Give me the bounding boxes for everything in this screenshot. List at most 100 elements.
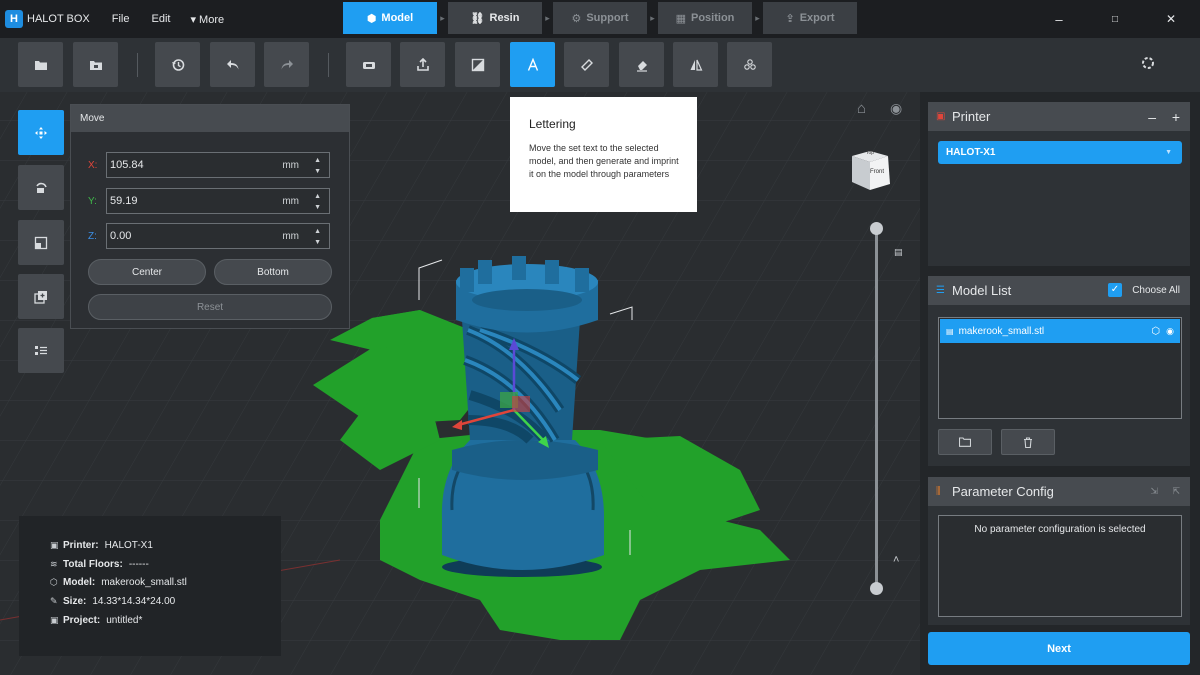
remove-printer-button[interactable]: – [1148, 109, 1156, 125]
support-icon: ⚙ [571, 12, 582, 25]
redo-button[interactable] [264, 42, 309, 87]
eraser-button[interactable] [619, 42, 664, 87]
chevron-down-icon: ▼ [1165, 149, 1172, 156]
open-model-button[interactable] [938, 429, 992, 455]
print-button[interactable] [346, 42, 391, 87]
x-unit: mm [282, 159, 299, 171]
view-cube-top: Top [866, 150, 875, 156]
import-config-icon[interactable]: ⇲ [1150, 486, 1158, 497]
view-cube[interactable]: Top Front [850, 150, 892, 194]
menu-edit[interactable]: Edit [152, 13, 171, 25]
step-model[interactable]: ⬢ Model [343, 2, 437, 34]
move-icon [35, 126, 47, 139]
y-stepper[interactable]: ▲ ▼ [314, 191, 321, 213]
center-button[interactable]: Center [88, 259, 206, 285]
y-field[interactable]: 59.19 mm ▲ ▼ [106, 188, 330, 214]
lettering-icon [527, 57, 538, 71]
printer-select[interactable]: HALOT-X1 ▼ [938, 141, 1182, 164]
info-model-value: makerook_small.stl [101, 577, 187, 589]
tooltip-title: Lettering [529, 117, 576, 131]
settings-button[interactable] [1140, 55, 1156, 74]
info-model-row: ⬡ Model: makerook_small.stl [50, 573, 281, 592]
add-printer-button[interactable]: + [1172, 109, 1180, 125]
maximize-button[interactable]: □ [1087, 0, 1143, 38]
undo-button[interactable] [210, 42, 255, 87]
info-size-value: 14.33*14.34*24.00 [92, 595, 176, 607]
step-model-label: Model [381, 12, 414, 24]
export-model-button[interactable] [400, 42, 445, 87]
mirror-button[interactable] [673, 42, 718, 87]
z-field[interactable]: 0.00 mm ▲ ▼ [106, 223, 330, 249]
print-icon [362, 61, 375, 69]
y-unit: mm [282, 195, 299, 207]
cube-icon: ⬢ [366, 12, 377, 25]
model-info-box: ▣ Printer: HALOT-X1 ≋ Total Floors: ----… [19, 516, 281, 656]
lettering-button[interactable] [510, 42, 555, 87]
choose-all-checkbox[interactable]: ✓ [1108, 283, 1122, 297]
hollow-button[interactable] [727, 42, 772, 87]
printer-panel-icon: ▣ [936, 111, 946, 122]
x-value: 105.84 [110, 159, 144, 171]
model-cube-icon[interactable]: ⬡ [1151, 326, 1160, 337]
settings-icon [1142, 57, 1154, 69]
export-config-icon[interactable]: ⇱ [1172, 486, 1180, 497]
z-label: Z: [88, 230, 97, 242]
step-position[interactable]: ▦ Position [658, 2, 752, 34]
duplicate-tool-button[interactable] [18, 274, 64, 319]
scale-icon [34, 236, 48, 249]
z-stepper[interactable]: ▲ ▼ [314, 226, 321, 248]
z-unit: mm [282, 230, 299, 242]
open-folder-button[interactable] [18, 42, 63, 87]
info-floors-label: Total Floors: [63, 558, 123, 570]
x-field[interactable]: 105.84 mm ▲ ▼ [106, 152, 330, 178]
printer-panel: ▣ Printer – + HALOT-X1 ▼ [928, 102, 1190, 266]
menu-file[interactable]: File [112, 13, 130, 25]
y-value: 59.19 [110, 195, 138, 207]
x-row: X: 105.84 mm ▲ ▼ [88, 152, 330, 178]
import-button[interactable] [73, 42, 118, 87]
scale-tool-button[interactable] [18, 220, 64, 265]
list-item[interactable]: ▤ makerook_small.stl ⬡ ◉ [940, 319, 1180, 343]
ruler-button[interactable] [564, 42, 609, 87]
reset-button[interactable]: Reset [88, 294, 332, 320]
visibility-icon[interactable]: ◉ [890, 100, 902, 117]
list-tool-button[interactable] [18, 328, 64, 373]
toolbar-divider [328, 53, 329, 77]
layer-slider-top-handle[interactable] [870, 222, 883, 235]
menu-more[interactable]: ▾ More [190, 13, 224, 26]
history-button[interactable] [155, 42, 200, 87]
parameter-empty-message: No parameter configuration is selected [974, 524, 1146, 535]
step-resin[interactable]: ⛓ Resin [448, 2, 542, 34]
rotate-tool-button[interactable] [18, 165, 64, 210]
close-button[interactable]: ✕ [1143, 0, 1199, 38]
layer-slider[interactable] [875, 226, 878, 588]
export-icon: ⇪ [785, 12, 795, 25]
x-stepper[interactable]: ▲ ▼ [314, 155, 321, 177]
bottom-button[interactable]: Bottom [214, 259, 332, 285]
info-printer-value: HALOT-X1 [104, 539, 153, 551]
delete-model-button[interactable] [1001, 429, 1055, 455]
model-item-name: makerook_small.stl [958, 325, 1045, 337]
step-support[interactable]: ⚙ Support [553, 2, 647, 34]
step-support-label: Support [586, 12, 629, 24]
parameter-config-box: No parameter configuration is selected [938, 515, 1182, 617]
undo-icon [226, 59, 238, 69]
move-tool-button[interactable] [18, 110, 64, 155]
home-view-icon[interactable]: ⌂ [857, 100, 866, 117]
model-list-icon: ☰ [936, 285, 945, 296]
eye-icon[interactable]: ◉ [1166, 326, 1174, 337]
layer-slider-bottom-handle[interactable] [870, 582, 883, 595]
chevron-up-icon[interactable]: ˄ [893, 554, 899, 566]
step-separator: ▸ [545, 12, 550, 23]
step-resin-label: Resin [489, 12, 520, 24]
layer-view-icon[interactable]: ▤ [894, 247, 903, 258]
step-separator: ▸ [755, 12, 760, 23]
move-panel: Move X: 105.84 mm ▲ ▼ Y: 59.19 mm ▲ ▼ Z: 0… [70, 104, 350, 329]
model-list-box: ▤ makerook_small.stl ⬡ ◉ [938, 317, 1182, 419]
file-icon: ▤ [946, 326, 954, 336]
minimize-button[interactable]: – [1031, 0, 1087, 38]
step-export[interactable]: ⇪ Export [763, 2, 857, 34]
cut-button[interactable] [455, 42, 500, 87]
project-icon: ▣ [50, 614, 59, 625]
next-button[interactable]: Next [928, 632, 1190, 665]
